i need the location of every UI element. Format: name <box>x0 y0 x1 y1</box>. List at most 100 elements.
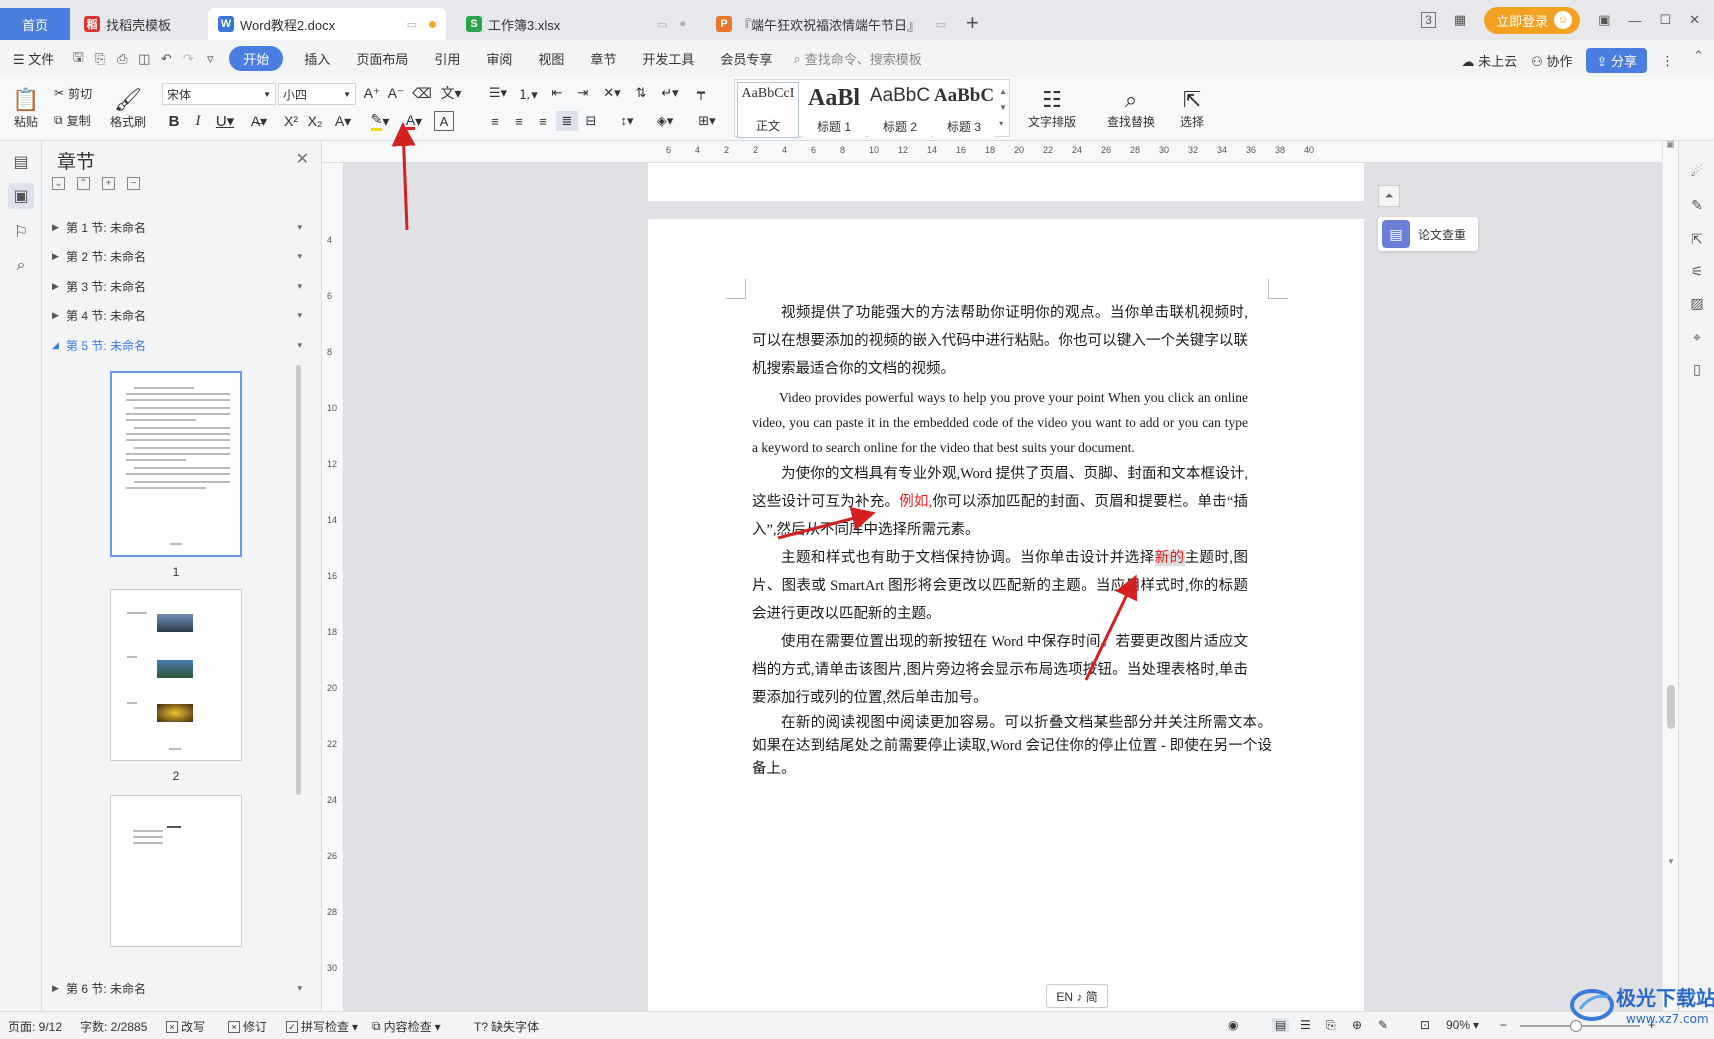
page-indicator[interactable]: 页面: 9/12 <box>8 1018 62 1035</box>
section-item-1[interactable]: ▶ 第 1 节: 未命名 ▾ <box>52 216 302 238</box>
section-item-2[interactable]: ▶ 第 2 节: 未命名 ▾ <box>52 245 302 267</box>
location-icon[interactable]: ⌖ <box>1687 327 1707 347</box>
maximize-icon[interactable]: ☐ <box>1659 12 1671 28</box>
cloud-status[interactable]: ☁ 未上云 <box>1462 51 1518 70</box>
share-button[interactable]: ⇪ 分享 <box>1586 48 1647 73</box>
select-button[interactable]: ⇱ 选择 <box>1170 79 1214 137</box>
text-layout-button[interactable]: ☷ 文字排版 <box>1022 79 1082 137</box>
font-color-icon[interactable]: A ▾ <box>400 111 428 131</box>
command-search[interactable]: ⌕ 查找命令、搜索模板 <box>793 49 921 68</box>
menu-tab-review[interactable]: 审阅 <box>473 49 525 68</box>
spell-check-toggle[interactable]: ✓ 拼写检查 ▾ <box>286 1018 358 1035</box>
undo-icon[interactable]: ↶ <box>155 48 177 70</box>
paragraph-1[interactable]: 视频提供了功能强大的方法帮助你证明你的观点。当你单击联机视频时,可以在想要添加的… <box>752 299 1248 383</box>
bold-icon[interactable]: B <box>164 111 184 131</box>
menu-tab-insert[interactable]: 插入 <box>291 49 343 68</box>
chinese-layout-icon[interactable]: ✕▾ <box>598 83 626 103</box>
section-menu-icon[interactable]: ▾ <box>297 340 302 351</box>
quick-menu-icon[interactable]: ▿ <box>199 48 221 70</box>
subscript-icon[interactable]: X₂ <box>304 111 326 131</box>
write-view-icon[interactable]: ✎ <box>1378 1018 1388 1032</box>
justify-icon[interactable]: ≣ <box>556 111 578 131</box>
minimize-icon[interactable]: — <box>1628 13 1641 28</box>
menu-tab-developer[interactable]: 开发工具 <box>629 49 707 68</box>
skin-icon[interactable]: ▣ <box>1598 12 1610 28</box>
borders-icon[interactable]: ⊞▾ <box>692 111 722 131</box>
section-item-5[interactable]: ◢ 第 5 节: 未命名 ▾ <box>52 334 302 356</box>
redo-icon[interactable]: ↷ <box>177 48 199 70</box>
horizontal-ruler[interactable]: 6 4 2 2 4 6 8 10 12 14 16 18 20 22 24 26 28 30 32 34 36 38 40 <box>322 141 1662 163</box>
style-normal[interactable]: AaBbCcI 正文 <box>737 82 799 138</box>
file-menu[interactable]: ☰ 文件 <box>0 49 67 68</box>
rocket-icon[interactable]: ☄ <box>1687 161 1707 181</box>
text-effect-icon[interactable]: A▾ <box>330 111 356 131</box>
align-right-icon[interactable]: ≡ <box>532 111 554 131</box>
style-gallery-scroll[interactable]: ▲ ▼ ▾ <box>999 84 1007 132</box>
more-icon[interactable]: ⋮ <box>1661 53 1674 69</box>
copy-button[interactable]: ⧉ 复制 <box>54 110 91 130</box>
grow-font-icon[interactable]: A⁺ <box>362 83 382 103</box>
content-check[interactable]: ⧉ 内容检查 ▾ <box>372 1018 441 1035</box>
distribute-icon[interactable]: ⊟ <box>580 111 602 131</box>
scrollbar-thumb[interactable] <box>1667 685 1675 729</box>
style-heading-3[interactable]: AaBbC 标题 3 <box>933 82 995 138</box>
web-view-icon[interactable]: ⊕ <box>1352 1018 1362 1032</box>
zoom-out-icon[interactable]: − <box>1500 1018 1507 1032</box>
menu-tab-start[interactable]: 开始 <box>229 46 284 71</box>
strikethrough-icon[interactable]: A̶▾ <box>246 111 272 131</box>
vertical-ruler[interactable]: 468101214161820222426283032 <box>322 163 344 1029</box>
paragraph-5[interactable]: 使用在需要位置出现的新按钮在 Word 中保存时间。若要更改图片适应文档的方式,… <box>752 628 1248 712</box>
collab-button[interactable]: ⚇ 协作 <box>1531 51 1572 70</box>
section-menu-icon[interactable]: ▾ <box>297 310 302 321</box>
device-icon[interactable]: ▭ <box>407 18 417 31</box>
word-count[interactable]: 字数: 2/2885 <box>80 1018 147 1035</box>
menu-tab-chapter[interactable]: 章节 <box>577 49 629 68</box>
sort-icon[interactable]: ⇅ <box>630 83 652 103</box>
page-view-icon[interactable]: ▤ <box>1272 1018 1290 1032</box>
outline-view-icon[interactable]: ☰ <box>1300 1018 1311 1032</box>
device-icon[interactable]: ▭ <box>936 18 946 31</box>
clear-format-icon[interactable]: ⌫ <box>412 83 432 103</box>
paragraph-6[interactable]: 在新的阅读视图中阅读更加容易。可以折叠文档某些部分并关注所需文本。如果在达到结尾… <box>752 712 1272 781</box>
phonetic-icon[interactable]: 文▾ <box>436 83 466 103</box>
section-menu-icon[interactable]: ▾ <box>297 222 302 233</box>
italic-icon[interactable]: I <box>188 111 208 131</box>
section-item-6[interactable]: ▶ 第 6 节: 未命名 ▾ <box>52 977 302 999</box>
paste-button[interactable]: 📋 粘贴 <box>8 79 44 137</box>
input-method-indicator[interactable]: EN ♪ 简 <box>1046 984 1108 1008</box>
menu-tab-reference[interactable]: 引用 <box>421 49 473 68</box>
paper-check-button[interactable]: ▤ 论文查重 <box>1378 217 1478 251</box>
bullet-list-icon[interactable]: ☰▾ <box>484 83 512 103</box>
cut-button[interactable]: ✂ 剪切 <box>54 83 92 103</box>
expand-all-icon[interactable]: ⌃ <box>77 177 90 190</box>
page-thumbnail-1[interactable] <box>110 371 242 557</box>
paragraph-4[interactable]: 主题和样式也有助于文档保持协调。当你单击设计并选择新的主题时,图片、图表或 Sm… <box>752 544 1248 628</box>
section-menu-icon[interactable]: ▾ <box>297 251 302 262</box>
search-panel-icon[interactable]: ⌕ <box>8 253 34 279</box>
char-border-icon[interactable]: A <box>434 111 454 131</box>
format-painter-button[interactable]: 🖌 格式刷 <box>108 79 148 137</box>
tab-document[interactable]: W Word教程2.docx ▭ <box>208 8 446 40</box>
find-replace-button[interactable]: ⌕ 查找替换 <box>1100 79 1162 137</box>
fit-page-icon[interactable]: ⊡ <box>1420 1018 1430 1032</box>
tab-sheet[interactable]: S 工作簿3.xlsx ▭ ● <box>456 8 696 40</box>
highlight-icon[interactable]: ✎ ▾ <box>366 111 394 131</box>
chapter-panel-scrollbar[interactable] <box>296 365 301 795</box>
section-item-4[interactable]: ▶ 第 4 节: 未命名 ▾ <box>52 304 302 326</box>
font-name-select[interactable]: 宋体 ▼ <box>162 83 276 105</box>
layout-3-icon[interactable]: 3 <box>1421 12 1436 28</box>
book-icon[interactable]: ▯ <box>1687 359 1707 379</box>
font-size-select[interactable]: 小四 ▼ <box>278 83 356 105</box>
style-heading-2[interactable]: AaBbC 标题 2 <box>869 82 931 138</box>
chapter-nav-icon[interactable]: ▣ <box>8 183 34 209</box>
close-window-icon[interactable]: ✕ <box>1689 12 1700 28</box>
align-center-icon[interactable]: ≡ <box>508 111 530 131</box>
remove-section-icon[interactable]: − <box>127 177 140 190</box>
collapse-ribbon-icon[interactable]: ⌃ <box>1693 48 1704 64</box>
missing-font[interactable]: T? 缺失字体 <box>474 1018 539 1035</box>
style-heading-1[interactable]: AaBl 标题 1 <box>803 82 865 138</box>
section-menu-icon[interactable]: ▾ <box>297 281 302 292</box>
page-thumbnail-2[interactable] <box>110 589 242 761</box>
grid-icon[interactable]: ▦ <box>1454 12 1466 28</box>
page-thumbnail-3[interactable] <box>110 795 242 947</box>
